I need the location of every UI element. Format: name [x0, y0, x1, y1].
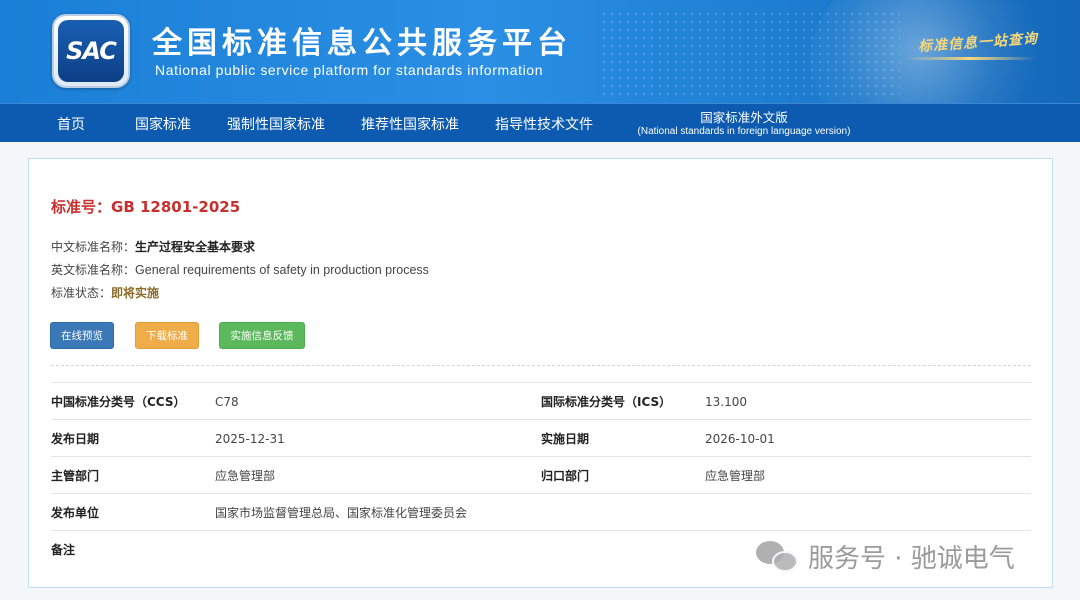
- implement-date-value: 2026-10-01: [705, 431, 775, 446]
- responsible-dept-value: 应急管理部: [705, 469, 766, 483]
- competent-dept-label: 主管部门: [51, 469, 100, 483]
- ics-value: 13.100: [705, 394, 747, 409]
- main-nav: 首页 国家标准 强制性国家标准 推荐性国家标准 指导性技术文件 国家标准外文版 …: [0, 103, 1080, 142]
- standard-detail-card: 标准号：GB 12801-2025 中文标准名称：生产过程安全基本要求 英文标准…: [28, 158, 1053, 588]
- nav-mandatory-standards[interactable]: 强制性国家标准: [227, 104, 325, 143]
- section-divider: [51, 365, 1031, 366]
- nav-foreign-language-standards[interactable]: 国家标准外文版 (National standards in foreign l…: [628, 104, 860, 143]
- en-name-row: 英文标准名称：General requirements of safety in…: [51, 261, 429, 278]
- ccs-label: 中国标准分类号（CCS）: [51, 395, 186, 409]
- standard-number: 标准号：GB 12801-2025: [51, 196, 240, 217]
- sac-logo[interactable]: SAC: [52, 14, 130, 88]
- table-row: 发布日期 2025-12-31 实施日期 2026-10-01: [51, 419, 1031, 456]
- status-row: 标准状态：即将实施: [51, 284, 159, 301]
- issuer-label: 发布单位: [51, 506, 100, 520]
- nav-foreign-label: 国家标准外文版: [700, 109, 788, 125]
- nav-foreign-sublabel: (National standards in foreign language …: [637, 125, 851, 137]
- cn-name-label: 中文标准名称：: [51, 240, 136, 254]
- nav-guidance-documents[interactable]: 指导性技术文件: [495, 104, 593, 143]
- nav-home[interactable]: 首页: [57, 104, 85, 143]
- nav-national-standards[interactable]: 国家标准: [135, 104, 191, 143]
- implementation-feedback-button[interactable]: 实施信息反馈: [219, 322, 305, 349]
- site-title: 全国标准信息公共服务平台: [152, 26, 572, 61]
- cn-name-value: 生产过程安全基本要求: [135, 240, 256, 254]
- table-row: 发布单位 国家市场监督管理总局、国家标准化管理委员会: [51, 493, 1031, 530]
- table-row: 中国标准分类号（CCS） C78 国际标准分类号（ICS） 13.100: [51, 382, 1031, 419]
- implement-date-label: 实施日期: [541, 432, 590, 446]
- competent-dept-value: 应急管理部: [215, 469, 276, 483]
- watermark-text: 服务号 · 驰诚电气: [808, 544, 1015, 574]
- status-badge: 即将实施: [111, 286, 160, 300]
- cn-name-row: 中文标准名称：生产过程安全基本要求: [51, 238, 255, 255]
- site-subtitle: National public service platform for sta…: [155, 62, 544, 78]
- online-preview-button[interactable]: 在线预览: [50, 322, 114, 349]
- sac-logo-badge: SAC: [58, 20, 124, 82]
- sac-logo-text: SAC: [66, 37, 117, 65]
- table-row: 主管部门 应急管理部 归口部门 应急管理部: [51, 456, 1031, 493]
- standard-number-value: GB 12801-2025: [111, 198, 241, 216]
- publish-date-value: 2025-12-31: [215, 431, 285, 446]
- nav-recommended-standards[interactable]: 推荐性国家标准: [361, 104, 459, 143]
- download-standard-button[interactable]: 下载标准: [135, 322, 199, 349]
- remarks-label: 备注: [51, 543, 76, 557]
- standard-number-label: 标准号：: [51, 198, 112, 216]
- issuer-value: 国家市场监督管理总局、国家标准化管理委员会: [215, 506, 468, 520]
- publish-date-label: 发布日期: [51, 432, 100, 446]
- wechat-icon: [756, 539, 800, 575]
- en-name-value: General requirements of safety in produc…: [135, 263, 429, 277]
- en-name-label: 英文标准名称：: [51, 263, 136, 277]
- slogan-underline: [905, 57, 1035, 60]
- ics-label: 国际标准分类号（ICS）: [541, 395, 672, 409]
- wechat-watermark: 服务号 · 驰诚电气: [756, 538, 1015, 575]
- site-header: SAC 全国标准信息公共服务平台 National public service…: [0, 0, 1080, 103]
- responsible-dept-label: 归口部门: [541, 469, 590, 483]
- ccs-value: C78: [215, 394, 239, 409]
- status-label: 标准状态：: [51, 286, 112, 300]
